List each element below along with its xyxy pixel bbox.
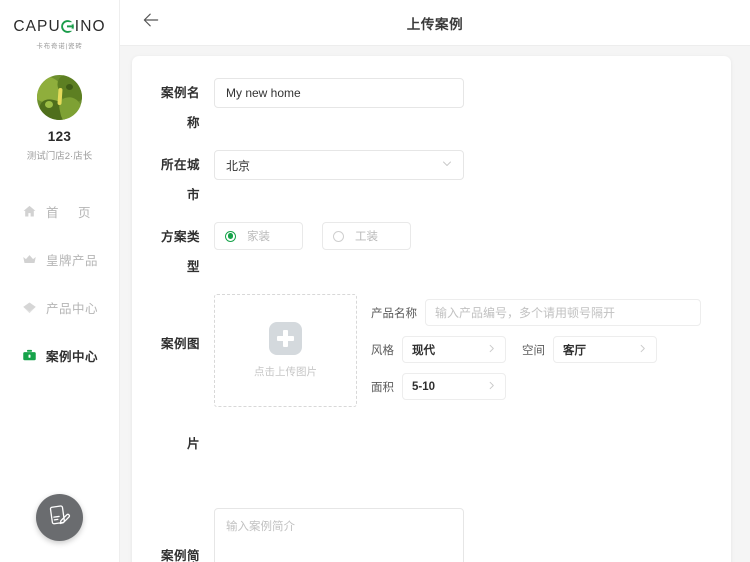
brand-wordmark: CAPU INO <box>13 19 105 35</box>
plan-type-option-commercial[interactable]: 工装 <box>322 222 411 250</box>
space-label: 空间 <box>522 344 545 357</box>
chevron-right-icon <box>637 341 648 359</box>
sidebar-nav: 首 页 皇牌产品 产品中心 案例中心 <box>0 195 119 372</box>
sidebar-item-label: 案例中心 <box>46 350 99 364</box>
field-row-plan-type: 方案类型 家装 工装 <box>152 222 711 282</box>
radio-icon <box>333 230 344 242</box>
crown-icon <box>22 252 37 267</box>
note-edit-fab-button[interactable] <box>36 494 83 541</box>
plan-type-radio-group: 家装 工装 <box>214 222 411 250</box>
style-select[interactable]: 现代 <box>402 336 506 363</box>
app-root: CAPU INO 卡布奇诺|瓷砖 123 测试门店2·店长 首 页 皇牌产品 产… <box>0 0 750 562</box>
sidebar-item-product-center[interactable]: 产品中心 <box>0 291 119 324</box>
sidebar-item-label: 皇牌产品 <box>46 254 99 268</box>
case-intro-textarea[interactable]: 输入案例简介 <box>214 508 464 562</box>
case-name-input[interactable]: My new home <box>214 78 464 108</box>
plan-type-label: 方案类型 <box>160 230 200 274</box>
sidebar-item-flagship-products[interactable]: 皇牌产品 <box>0 243 119 276</box>
case-images-label: 案例图片 <box>160 337 200 451</box>
case-intro-label: 案例简介 <box>160 548 200 562</box>
field-row-case-images: 案例图片 点击上传图片 产品名称 输入产品编号，多个请用顿号隔开 风格 现代 空… <box>152 294 711 494</box>
chevron-right-icon <box>486 341 497 359</box>
sidebar-item-label: 产品中心 <box>46 302 99 316</box>
capucino-c-logo-icon <box>61 20 75 34</box>
chevron-down-icon <box>441 158 453 173</box>
plus-icon <box>269 322 302 355</box>
case-name-label: 案例名称 <box>160 86 200 130</box>
city-select[interactable]: 北京 <box>214 150 464 180</box>
sidebar-item-label: 首 页 <box>46 206 99 220</box>
image-upload-dropzone[interactable]: 点击上传图片 <box>214 294 357 407</box>
space-select[interactable]: 客厅 <box>553 336 657 363</box>
user-role: 测试门店2·店长 <box>26 151 93 162</box>
diamond-icon <box>22 300 37 315</box>
radio-icon <box>225 230 236 242</box>
case-name-value: My new home <box>226 86 301 100</box>
plan-type-option-label: 工装 <box>355 231 378 243</box>
user-profile: 123 测试门店2·店长 <box>0 75 119 162</box>
area-value: 5-10 <box>412 380 436 393</box>
topbar: 上传案例 <box>120 0 750 46</box>
briefcase-icon <box>22 348 37 363</box>
brand-logo: CAPU INO 卡布奇诺|瓷砖 <box>0 0 119 50</box>
space-value: 客厅 <box>563 344 586 357</box>
area-select[interactable]: 5-10 <box>402 373 506 400</box>
product-name-placeholder: 输入产品编号，多个请用顿号隔开 <box>435 306 616 320</box>
field-row-area: 面积 5-10 <box>371 373 701 400</box>
plan-type-option-label: 家装 <box>247 231 270 243</box>
field-row-style-space: 风格 现代 空间 客厅 <box>371 336 701 363</box>
sidebar-item-case-center[interactable]: 案例中心 <box>0 339 119 372</box>
upload-hint-text: 点击上传图片 <box>254 366 317 378</box>
case-intro-placeholder: 输入案例简介 <box>226 521 295 533</box>
area-label: 面积 <box>371 381 394 394</box>
home-icon <box>22 204 37 219</box>
main-area: 上传案例 案例名称 My new home 所在城市 北京 方案类型 家装 工装… <box>120 0 750 562</box>
field-row-city: 所在城市 北京 <box>152 150 711 210</box>
upload-case-form-card: 案例名称 My new home 所在城市 北京 方案类型 家装 工装 案例图片… <box>132 56 731 562</box>
note-edit-icon <box>47 503 72 533</box>
field-row-product-name: 产品名称 输入产品编号，多个请用顿号隔开 <box>371 299 701 326</box>
city-label: 所在城市 <box>160 158 200 202</box>
page-title: 上传案例 <box>406 16 464 32</box>
city-value: 北京 <box>226 158 251 173</box>
product-details-group: 产品名称 输入产品编号，多个请用顿号隔开 风格 现代 空间 客厅 面积 5-10 <box>371 294 701 410</box>
brand-name-part2: INO <box>74 18 106 35</box>
avatar[interactable] <box>37 75 82 120</box>
style-value: 现代 <box>412 344 435 357</box>
arrow-left-icon <box>141 10 161 35</box>
user-name: 123 <box>47 129 72 144</box>
field-row-case-name: 案例名称 My new home <box>152 78 711 138</box>
sidebar-item-home[interactable]: 首 页 <box>0 195 119 228</box>
product-name-label: 产品名称 <box>371 307 417 320</box>
product-name-input[interactable]: 输入产品编号，多个请用顿号隔开 <box>425 299 701 326</box>
brand-name-part1: CAPU <box>13 18 61 35</box>
back-button[interactable] <box>138 10 164 36</box>
style-label: 风格 <box>371 344 394 357</box>
plan-type-option-home[interactable]: 家装 <box>214 222 303 250</box>
field-row-case-intro: 案例简介 输入案例简介 <box>152 508 711 562</box>
brand-subtitle: 卡布奇诺|瓷砖 <box>36 43 83 50</box>
sidebar: CAPU INO 卡布奇诺|瓷砖 123 测试门店2·店长 首 页 皇牌产品 产… <box>0 0 120 562</box>
chevron-right-icon <box>486 378 497 396</box>
